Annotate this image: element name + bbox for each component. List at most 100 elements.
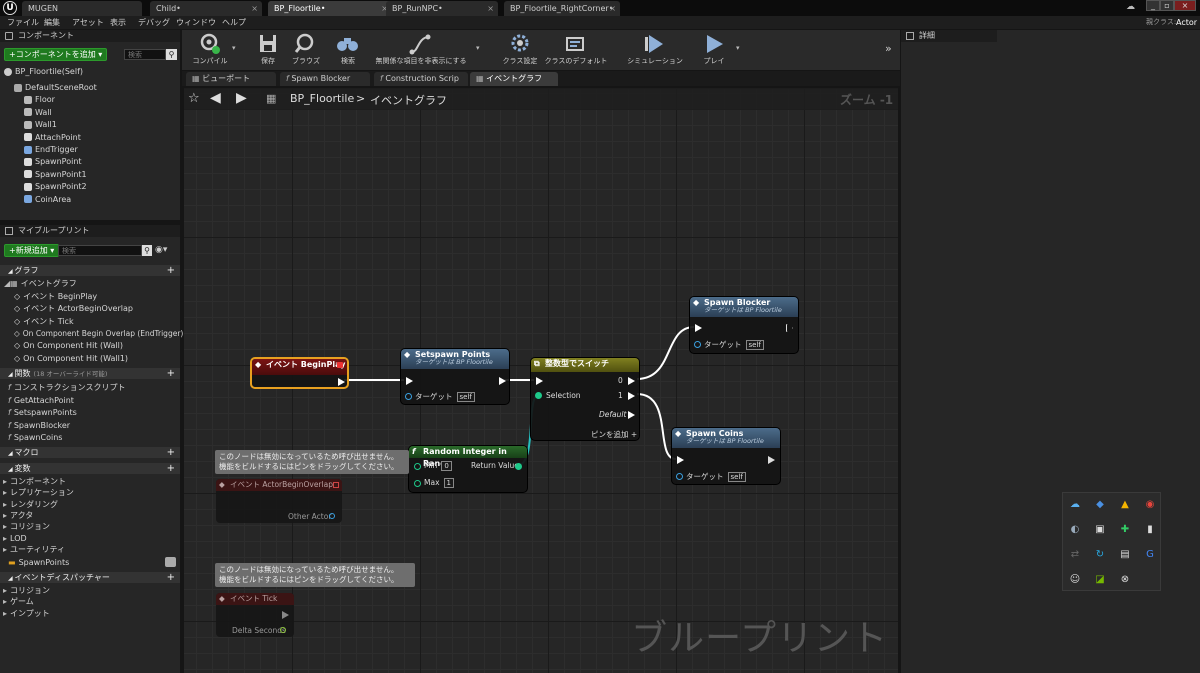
- switch-out-0-pin[interactable]: [628, 377, 635, 385]
- tab-spawn-blocker[interactable]: f Spawn Blocker: [280, 72, 370, 86]
- chrome-icon[interactable]: ◉: [1144, 499, 1156, 511]
- add-component-button[interactable]: +コンポーネントを追加 ▾: [4, 48, 108, 61]
- min-pin[interactable]: [414, 463, 421, 470]
- component-search-input[interactable]: 検索: [124, 49, 166, 60]
- compile-dropdown-icon[interactable]: ▾: [232, 44, 236, 52]
- close-icon[interactable]: ×: [609, 1, 616, 16]
- add-new-button[interactable]: +新規追加 ▾: [4, 244, 60, 257]
- refresh-icon[interactable]: ↻: [1094, 549, 1106, 561]
- menu-file[interactable]: ファイル: [7, 16, 39, 29]
- return-value-pin[interactable]: [515, 463, 522, 470]
- arrows-icon[interactable]: ⇄: [1069, 549, 1081, 561]
- switch-out-1-pin[interactable]: [628, 392, 635, 400]
- functions-section[interactable]: ◢ 関数 (18 オーバーライド可能) +: [0, 368, 180, 379]
- menu-debug[interactable]: デバッグ: [138, 16, 170, 29]
- menu-window[interactable]: ウィンドウ: [176, 16, 216, 29]
- favorite-star-icon[interactable]: ☆: [188, 91, 200, 106]
- class-settings-button[interactable]: クラス設定: [492, 32, 548, 68]
- tab-bp-runnpc[interactable]: BP_RunNPC• ×: [386, 1, 498, 16]
- component-item[interactable]: Wall: [24, 107, 52, 119]
- delegate-pin[interactable]: [337, 362, 343, 368]
- node-event-tick[interactable]: ◆ イベント Tick Delta Seconds: [216, 593, 294, 637]
- event-item[interactable]: ◇ On Component Begin Overlap (EndTrigger): [14, 328, 183, 340]
- component-item[interactable]: CoinArea: [24, 194, 71, 206]
- tab-bp-floortile[interactable]: BP_Floortile• ×: [268, 1, 392, 16]
- add-pin-button[interactable]: ピンを追加 +: [591, 429, 637, 440]
- app-icon[interactable]: ✚: [1119, 524, 1131, 536]
- event-graph-item[interactable]: ◢▦ イベントグラフ: [4, 278, 77, 290]
- switch-default-pin[interactable]: [628, 411, 635, 419]
- nvidia-icon[interactable]: ◪: [1094, 574, 1106, 586]
- dropbox-icon[interactable]: ◆: [1094, 499, 1106, 511]
- dispatcher-category[interactable]: ▸ ゲーム: [3, 596, 34, 608]
- cloud-icon[interactable]: ☁: [1069, 499, 1081, 511]
- google-icon[interactable]: G: [1144, 549, 1156, 561]
- component-item[interactable]: SpawnPoint: [24, 156, 82, 168]
- component-item[interactable]: SpawnPoint1: [24, 169, 87, 181]
- maximize-button[interactable]: ▫: [1160, 0, 1174, 11]
- variable-category[interactable]: ▸ コンポーネント: [3, 476, 66, 488]
- add-icon[interactable]: +: [167, 368, 175, 379]
- node-begin-play[interactable]: ◆ イベント BeginPlay: [250, 357, 349, 389]
- exec-in-pin[interactable]: [406, 377, 413, 385]
- toolbar-overflow-icon[interactable]: »: [885, 42, 892, 55]
- menu-help[interactable]: ヘルプ: [222, 16, 246, 29]
- play-dropdown-icon[interactable]: ▾: [736, 44, 740, 52]
- tab-child[interactable]: Child• ×: [150, 1, 262, 16]
- compile-button[interactable]: コンパイル: [182, 32, 238, 68]
- mic-icon[interactable]: ▮: [1144, 524, 1156, 536]
- min-value-input[interactable]: 0: [441, 461, 452, 471]
- event-graph-canvas[interactable]: ◆ イベント BeginPlay ◆ Setspawn Points ターゲット…: [184, 89, 898, 673]
- steam-icon[interactable]: ◐: [1069, 524, 1081, 536]
- search-icon[interactable]: ⚲: [142, 245, 152, 256]
- visibility-eye-icon[interactable]: [165, 557, 176, 567]
- menu-asset[interactable]: アセット: [72, 16, 104, 29]
- eye-icon[interactable]: ◉▾: [155, 245, 167, 256]
- tab-event-graph[interactable]: ▦ イベントグラフ: [470, 72, 558, 86]
- tab-bp-floortile-rightcorner[interactable]: BP_Floortile_RightCorner• ×: [504, 1, 620, 16]
- event-item[interactable]: ◇ On Component Hit (Wall): [14, 340, 123, 352]
- menu-edit[interactable]: 編集: [44, 16, 60, 29]
- play-button[interactable]: プレイ: [686, 32, 742, 68]
- node-actor-begin-overlap[interactable]: ◆ イベント ActorBeginOverlap Other Actor: [216, 479, 342, 523]
- tab-viewport[interactable]: ▦ ビューポート: [186, 72, 276, 86]
- hide-dropdown-icon[interactable]: ▾: [476, 44, 480, 52]
- close-icon[interactable]: ×: [251, 1, 258, 16]
- tab-mugen[interactable]: MUGEN: [22, 1, 142, 16]
- target-pin[interactable]: [405, 393, 412, 400]
- variable-category[interactable]: ▸ レンダリング: [3, 499, 58, 511]
- macros-section[interactable]: ◢ マクロ +: [0, 447, 180, 458]
- delta-seconds-pin[interactable]: [280, 627, 286, 633]
- exec-out-pin[interactable]: [786, 324, 793, 332]
- exec-in-pin[interactable]: [695, 324, 702, 332]
- close-icon[interactable]: ×: [487, 1, 494, 16]
- gdrive-icon[interactable]: ▲: [1119, 499, 1131, 511]
- node-spawn-blocker[interactable]: ◆ Spawn Blocker ターゲットは BP Floortile ターゲッ…: [689, 296, 799, 354]
- function-item[interactable]: f SetspawnPoints: [8, 407, 77, 419]
- window-icon[interactable]: ▤: [1119, 549, 1131, 561]
- minimize-button[interactable]: _: [1146, 0, 1160, 11]
- blueprint-search-input[interactable]: 検索: [58, 245, 142, 256]
- exec-out-pin[interactable]: [768, 456, 775, 464]
- component-item[interactable]: DefaultSceneRoot: [14, 82, 97, 94]
- discord-icon[interactable]: ☺: [1069, 574, 1081, 586]
- exec-in-pin[interactable]: [536, 377, 543, 385]
- search-icon[interactable]: ⚲: [166, 49, 177, 60]
- tab-construction-script[interactable]: f Construction Scrip: [374, 72, 468, 86]
- add-icon[interactable]: +: [167, 572, 175, 583]
- function-item[interactable]: f SpawnCoins: [8, 432, 62, 444]
- back-arrow-icon[interactable]: ◀: [210, 90, 221, 106]
- add-icon[interactable]: +: [167, 463, 175, 474]
- graph-section[interactable]: ◢ グラフ +: [0, 265, 180, 276]
- selection-pin[interactable]: [535, 392, 542, 399]
- node-setspawn-points[interactable]: ◆ Setspawn Points ターゲットは BP Floortile ター…: [400, 348, 510, 405]
- target-pin[interactable]: [676, 473, 683, 480]
- function-item[interactable]: f GetAttachPoint: [8, 395, 74, 407]
- exec-out-pin[interactable]: [338, 378, 345, 386]
- variable-category[interactable]: ▸ コリジョン: [3, 521, 50, 533]
- max-value-input[interactable]: 1: [443, 478, 454, 488]
- node-random-integer[interactable]: f Random Integer in Range Min 0 Return Va…: [408, 445, 528, 493]
- dispatchers-section[interactable]: ◢ イベントディスパッチャー +: [0, 572, 180, 583]
- event-item[interactable]: ◇ On Component Hit (Wall1): [14, 353, 128, 365]
- component-item[interactable]: AttachPoint: [24, 132, 81, 144]
